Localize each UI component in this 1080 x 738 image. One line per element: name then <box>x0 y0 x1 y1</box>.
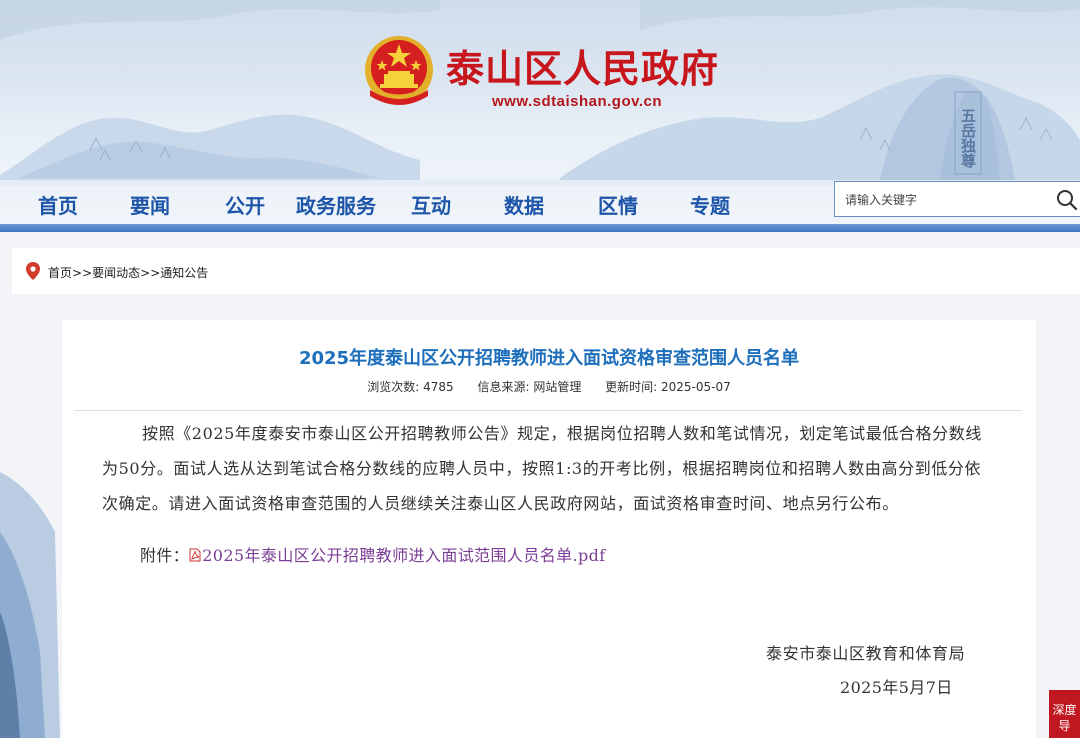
breadcrumb-separator: >> <box>140 266 161 280</box>
national-emblem-icon <box>365 36 433 105</box>
nav-item-district[interactable]: 区情 <box>598 190 638 219</box>
rock-inscription: 五岳独尊 <box>959 108 977 169</box>
nav-item-home[interactable]: 首页 <box>38 190 78 219</box>
article-meta: 浏览次数: 4785 信息来源: 网站管理 更新时间: 2025-05-07 <box>62 378 1036 395</box>
title-divider <box>74 410 1022 411</box>
nav-item-data[interactable]: 数据 <box>504 190 544 219</box>
nav-item-services[interactable]: 政务服务 <box>296 190 376 219</box>
breadcrumb-trail: 首页>>要闻动态>>通知公告 <box>48 264 208 281</box>
article-title: 2025年度泰山区公开招聘教师进入面试资格审查范围人员名单 <box>298 348 800 369</box>
landscape-decoration <box>0 472 60 738</box>
breadcrumb-home[interactable]: 首页 <box>48 266 72 280</box>
info-source: 信息来源: 网站管理 <box>477 380 582 394</box>
nav-item-topics[interactable]: 专题 <box>690 190 730 219</box>
breadcrumb-news[interactable]: 要闻动态 <box>92 266 140 280</box>
attachment-row: 附件： 2025年泰山区公开招聘教师进入面试范围人员名单.pdf <box>140 542 606 566</box>
pdf-icon <box>189 548 201 562</box>
update-time: 更新时间: 2025-05-07 <box>605 380 731 394</box>
attachment-label: 附件： <box>140 546 190 565</box>
attachment-link[interactable]: 2025年泰山区公开招聘教师进入面试范围人员名单.pdf <box>202 546 605 565</box>
search-icon[interactable] <box>1055 188 1079 212</box>
article-body: 按照《2025年度泰安市泰山区公开招聘教师公告》规定，根据岗位招聘人数和笔试情况… <box>102 424 982 513</box>
view-count: 浏览次数: 4785 <box>367 380 454 394</box>
nav-item-public[interactable]: 公开 <box>225 190 265 219</box>
breadcrumb-notices[interactable]: 通知公告 <box>160 266 208 280</box>
nav-item-interact[interactable]: 互动 <box>411 190 451 219</box>
signature-date: 2025年5月7日 <box>840 678 953 697</box>
search-box <box>834 181 1080 217</box>
location-pin-icon <box>26 262 40 280</box>
site-header: 五岳独尊 泰山区人民政府 www.sdtaishan.gov.cn 首页 要闻 … <box>0 0 1080 230</box>
site-title: 泰山区人民政府 <box>446 46 720 91</box>
site-url[interactable]: www.sdtaishan.gov.cn <box>492 93 662 110</box>
nav-item-news[interactable]: 要闻 <box>130 190 170 219</box>
signature-organization: 泰安市泰山区教育和体育局 <box>766 644 966 663</box>
breadcrumb: 首页>>要闻动态>>通知公告 <box>12 248 1080 294</box>
search-input[interactable] <box>845 190 1045 210</box>
nav-underline-bar <box>0 224 1080 232</box>
breadcrumb-separator: >> <box>72 266 93 280</box>
side-float-tab[interactable]: 深度导 <box>1049 690 1080 738</box>
article-card: 2025年度泰山区公开招聘教师进入面试资格审查范围人员名单 浏览次数: 4785… <box>62 320 1036 738</box>
